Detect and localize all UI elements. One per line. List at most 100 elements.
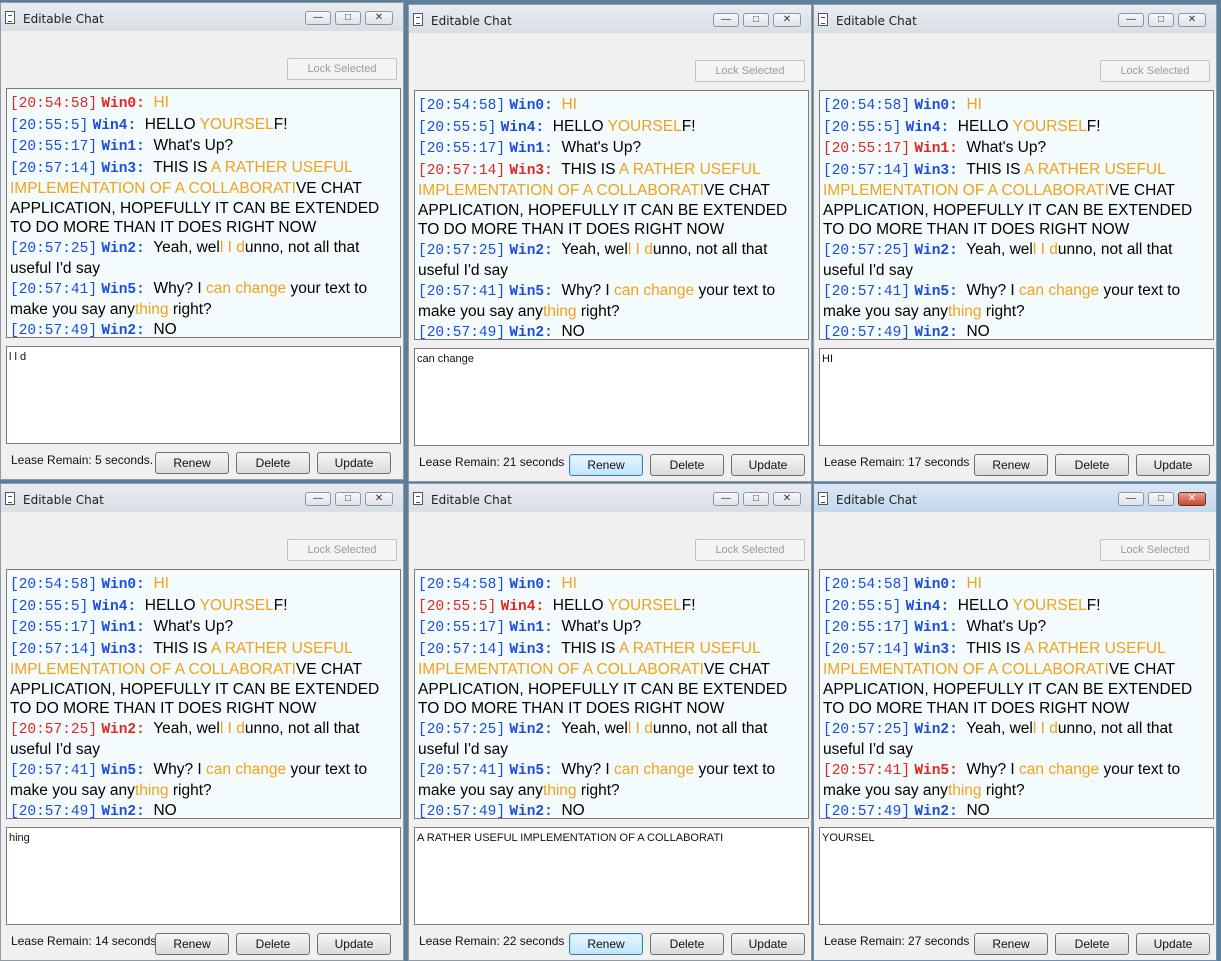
chat-message[interactable]: [20:57:25] Win2: Yeah, well I dunno, not… [823, 719, 1210, 760]
chat-message[interactable]: [20:57:25] Win2: Yeah, well I dunno, not… [418, 719, 805, 760]
title-bar[interactable]: Editable Chat — □ ✕ [409, 484, 811, 512]
chat-message[interactable]: [20:55:5] Win4: HELLO YOURSELF! [418, 117, 805, 139]
edit-textbox[interactable]: hing [6, 827, 401, 925]
minimize-icon[interactable]: — [1118, 13, 1144, 27]
maximize-icon[interactable]: □ [335, 11, 361, 25]
renew-button[interactable]: Renew [974, 454, 1048, 476]
lock-selected-button[interactable]: Lock Selected [695, 60, 805, 82]
chat-message[interactable]: [20:57:41] Win5: Why? I can change your … [823, 281, 1210, 322]
chat-message[interactable]: [20:57:41] Win5: Why? I can change your … [10, 279, 397, 320]
delete-button[interactable]: Delete [650, 933, 724, 955]
chat-window-5[interactable]: Editable Chat — □ ✕ Lock Selected [20:54… [408, 483, 812, 961]
chat-message[interactable]: [20:57:25] Win2: Yeah, well I dunno, not… [10, 719, 397, 760]
close-icon[interactable]: ✕ [773, 492, 801, 506]
close-icon[interactable]: ✕ [365, 11, 393, 25]
chat-message[interactable]: [20:54:58] Win0: HI [418, 574, 805, 596]
chat-message[interactable]: [20:57:25] Win2: Yeah, well I dunno, not… [823, 240, 1210, 281]
title-bar[interactable]: Editable Chat — □ ✕ [814, 484, 1216, 512]
maximize-icon[interactable]: □ [1148, 13, 1174, 27]
chat-message[interactable]: [20:55:17] Win1: What's Up? [418, 138, 805, 160]
chat-log[interactable]: [20:54:58] Win0: HI [20:55:5] Win4: HELLO… [819, 90, 1214, 340]
maximize-icon[interactable]: □ [743, 492, 769, 506]
chat-window-6[interactable]: Editable Chat — □ ✕ Lock Selected [20:54… [813, 483, 1217, 961]
renew-button[interactable]: Renew [974, 933, 1048, 955]
update-button[interactable]: Update [731, 933, 805, 955]
chat-log[interactable]: [20:54:58] Win0: HI [20:55:5] Win4: HELLO… [414, 90, 809, 340]
delete-button[interactable]: Delete [1055, 454, 1129, 476]
chat-message[interactable]: [20:57:41] Win5: Why? I can change your … [418, 760, 805, 801]
chat-log[interactable]: [20:54:58] Win0: HI [20:55:5] Win4: HELLO… [6, 88, 401, 338]
chat-message[interactable]: [20:57:41] Win5: Why? I can change your … [823, 760, 1210, 801]
chat-message[interactable]: [20:55:5] Win4: HELLO YOURSELF! [823, 596, 1210, 618]
chat-message[interactable]: [20:55:17] Win1: What's Up? [10, 136, 397, 158]
minimize-icon[interactable]: — [713, 13, 739, 27]
chat-message[interactable]: [20:57:41] Win5: Why? I can change your … [10, 760, 397, 801]
close-icon[interactable]: ✕ [1178, 13, 1206, 27]
title-bar[interactable]: Editable Chat — □ ✕ [1, 3, 403, 31]
renew-button[interactable]: Renew [155, 452, 229, 474]
title-bar[interactable]: Editable Chat — □ ✕ [409, 5, 811, 33]
renew-button[interactable]: Renew [569, 454, 643, 476]
maximize-icon[interactable]: □ [1148, 492, 1174, 506]
chat-message[interactable]: [20:57:14] Win3: THIS IS A RATHER USEFUL… [418, 160, 805, 240]
chat-message[interactable]: [20:57:49] Win2: NO [823, 801, 1210, 819]
chat-message[interactable]: [20:57:49] Win2: NO [10, 801, 397, 819]
edit-textbox[interactable]: YOURSEL [819, 827, 1214, 925]
lock-selected-button[interactable]: Lock Selected [695, 539, 805, 561]
update-button[interactable]: Update [731, 454, 805, 476]
minimize-icon[interactable]: — [305, 492, 331, 506]
chat-message[interactable]: [20:54:58] Win0: HI [10, 93, 397, 115]
title-bar[interactable]: Editable Chat — □ ✕ [1, 484, 403, 512]
renew-button[interactable]: Renew [569, 933, 643, 955]
lock-selected-button[interactable]: Lock Selected [1100, 60, 1210, 82]
maximize-icon[interactable]: □ [743, 13, 769, 27]
edit-textbox[interactable]: A RATHER USEFUL IMPLEMENTATION OF A COLL… [414, 827, 809, 925]
chat-message[interactable]: [20:55:17] Win1: What's Up? [823, 138, 1210, 160]
edit-textbox[interactable]: l l d [6, 346, 401, 444]
chat-window-2[interactable]: Editable Chat — □ ✕ Lock Selected [20:54… [408, 4, 812, 482]
lock-selected-button[interactable]: Lock Selected [1100, 539, 1210, 561]
minimize-icon[interactable]: — [1118, 492, 1144, 506]
chat-message[interactable]: [20:57:49] Win2: NO [418, 322, 805, 340]
minimize-icon[interactable]: — [305, 11, 331, 25]
chat-message[interactable]: [20:54:58] Win0: HI [418, 95, 805, 117]
chat-message[interactable]: [20:57:49] Win2: NO [823, 322, 1210, 340]
close-icon[interactable]: ✕ [773, 13, 801, 27]
chat-message[interactable]: [20:57:25] Win2: Yeah, well I dunno, not… [418, 240, 805, 281]
chat-message[interactable]: [20:55:5] Win4: HELLO YOURSELF! [10, 115, 397, 137]
chat-message[interactable]: [20:55:17] Win1: What's Up? [10, 617, 397, 639]
chat-window-3[interactable]: Editable Chat — □ ✕ Lock Selected [20:54… [813, 4, 1217, 482]
chat-message[interactable]: [20:55:17] Win1: What's Up? [418, 617, 805, 639]
chat-message[interactable]: [20:57:14] Win3: THIS IS A RATHER USEFUL… [418, 639, 805, 719]
minimize-icon[interactable]: — [713, 492, 739, 506]
delete-button[interactable]: Delete [236, 933, 310, 955]
chat-message[interactable]: [20:54:58] Win0: HI [823, 574, 1210, 596]
chat-message[interactable]: [20:55:5] Win4: HELLO YOURSELF! [823, 117, 1210, 139]
chat-message[interactable]: [20:57:49] Win2: NO [10, 320, 397, 338]
title-bar[interactable]: Editable Chat — □ ✕ [814, 5, 1216, 33]
close-icon[interactable]: ✕ [1178, 492, 1206, 506]
chat-log[interactable]: [20:54:58] Win0: HI [20:55:5] Win4: HELLO… [819, 569, 1214, 819]
chat-message[interactable]: [20:55:17] Win1: What's Up? [823, 617, 1210, 639]
update-button[interactable]: Update [1136, 454, 1210, 476]
chat-message[interactable]: [20:54:58] Win0: HI [10, 574, 397, 596]
chat-log[interactable]: [20:54:58] Win0: HI [20:55:5] Win4: HELLO… [6, 569, 401, 819]
chat-message[interactable]: [20:57:49] Win2: NO [418, 801, 805, 819]
edit-textbox[interactable]: can change [414, 348, 809, 446]
edit-textbox[interactable]: HI [819, 348, 1214, 446]
delete-button[interactable]: Delete [650, 454, 724, 476]
delete-button[interactable]: Delete [236, 452, 310, 474]
delete-button[interactable]: Delete [1055, 933, 1129, 955]
chat-message[interactable]: [20:57:14] Win3: THIS IS A RATHER USEFUL… [10, 158, 397, 238]
chat-message[interactable]: [20:57:41] Win5: Why? I can change your … [418, 281, 805, 322]
chat-message[interactable]: [20:57:14] Win3: THIS IS A RATHER USEFUL… [10, 639, 397, 719]
renew-button[interactable]: Renew [155, 933, 229, 955]
chat-message[interactable]: [20:57:14] Win3: THIS IS A RATHER USEFUL… [823, 160, 1210, 240]
close-icon[interactable]: ✕ [365, 492, 393, 506]
chat-window-1[interactable]: Editable Chat — □ ✕ Lock Selected [20:54… [0, 2, 404, 480]
chat-message[interactable]: [20:57:14] Win3: THIS IS A RATHER USEFUL… [823, 639, 1210, 719]
chat-message[interactable]: [20:57:25] Win2: Yeah, well I dunno, not… [10, 238, 397, 279]
update-button[interactable]: Update [317, 452, 391, 474]
chat-message[interactable]: [20:55:5] Win4: HELLO YOURSELF! [418, 596, 805, 618]
maximize-icon[interactable]: □ [335, 492, 361, 506]
